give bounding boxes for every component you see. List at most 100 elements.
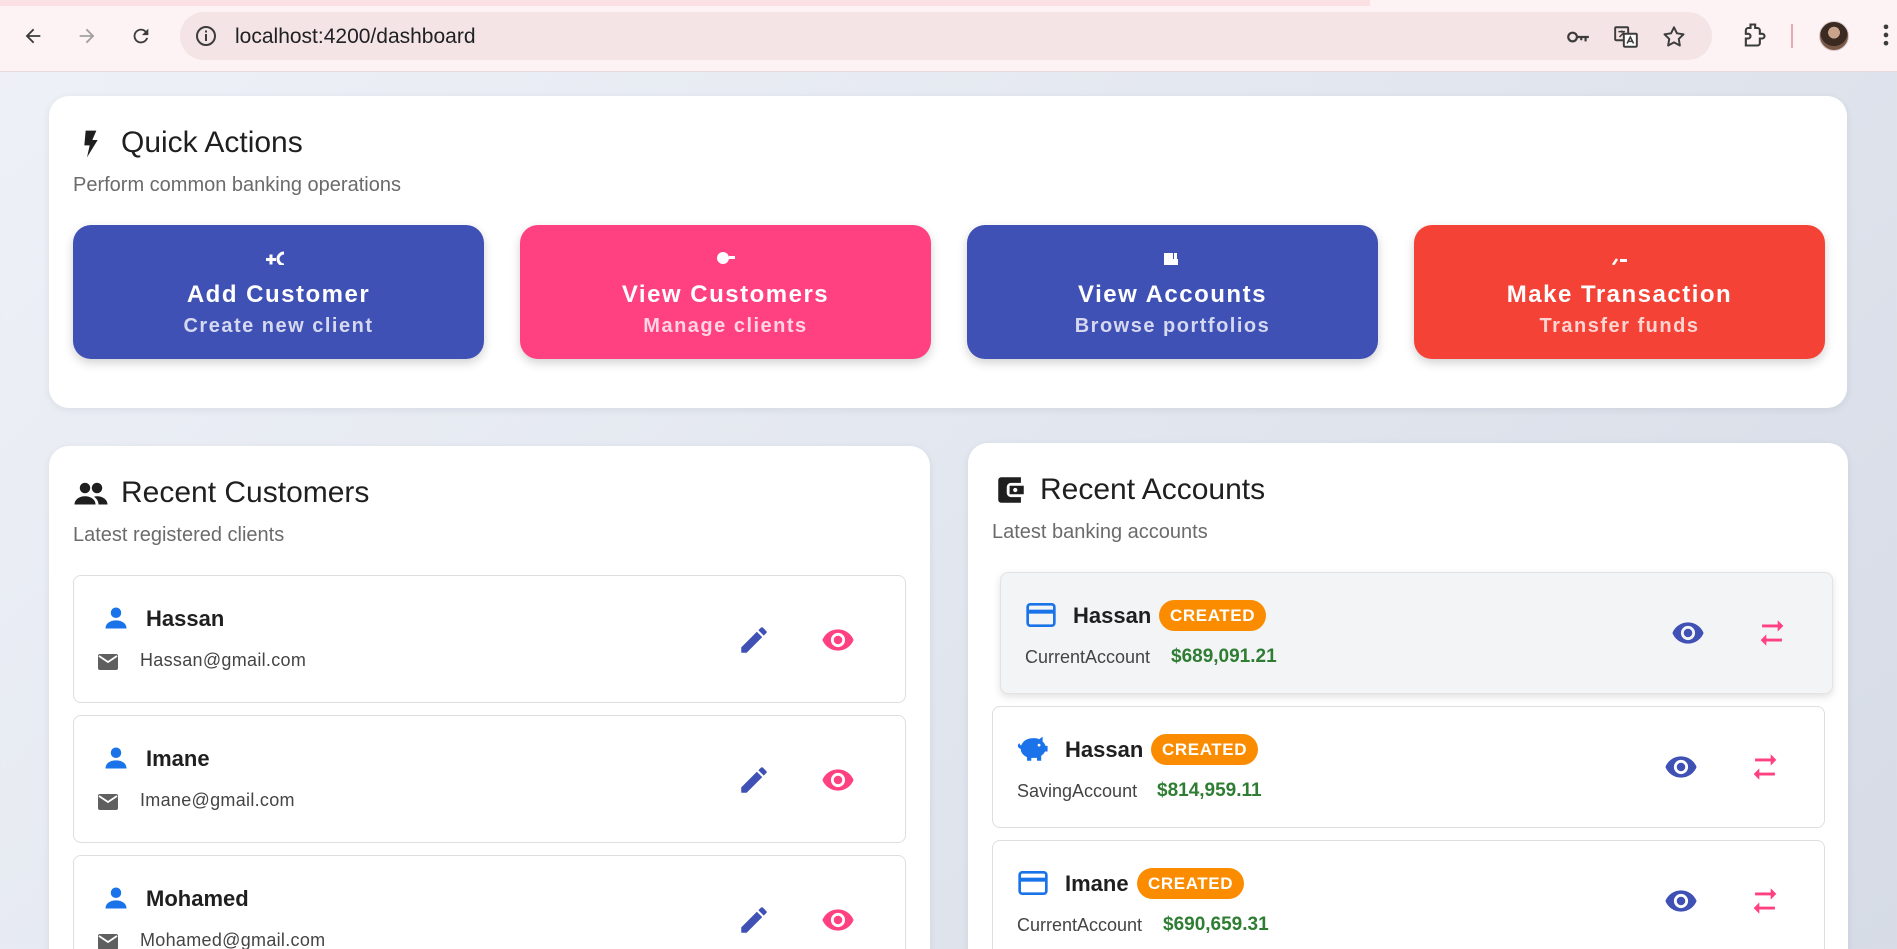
pencil-icon: [741, 627, 767, 653]
key-icon[interactable]: [1565, 24, 1591, 50]
quick-actions-card: Quick Actions Perform common banking ope…: [49, 96, 1847, 408]
person-icon: [105, 607, 127, 629]
account-type: SavingAccount: [1017, 781, 1138, 801]
recent-accounts-card: Recent Accounts Latest banking accounts …: [968, 443, 1848, 949]
view-account-button[interactable]: [1668, 613, 1708, 653]
eye-icon: [1665, 756, 1697, 778]
forward-button[interactable]: [70, 19, 104, 53]
account-list-item[interactable]: Hassan CREATED CurrentAccount $689,091.2…: [1000, 572, 1833, 694]
card-subtitle: Perform common banking operations: [73, 174, 401, 196]
back-arrow-icon: [25, 28, 41, 44]
account-list-item[interactable]: Imane CREATED CurrentAccount $690,659.31: [992, 840, 1825, 949]
account-icon: [1164, 253, 1178, 265]
profile-avatar[interactable]: [1819, 21, 1849, 51]
customer-list-item[interactable]: Mohamed Mohamed@gmail.com: [73, 855, 906, 949]
email-icon: [98, 794, 118, 810]
account-owner: Hassan: [1073, 603, 1152, 628]
eye-icon: [822, 629, 854, 651]
browser-toolbar: localhost:4200/dashboard: [0, 0, 1897, 72]
transfer-button[interactable]: [1752, 613, 1792, 653]
person-icon: [105, 887, 127, 909]
people-icon: [717, 252, 735, 264]
group-icon: [74, 482, 108, 505]
customer-name: Mohamed: [146, 886, 249, 911]
view-account-button[interactable]: [1661, 747, 1701, 787]
tab-strip-edge: [0, 0, 1370, 6]
view-customers-button[interactable]: View Customers Manage clients: [520, 225, 931, 359]
customer-list-item[interactable]: Hassan Hassan@gmail.com: [73, 575, 906, 703]
card-subtitle: Latest banking accounts: [992, 521, 1208, 543]
swap-arrows-icon: [1760, 620, 1784, 646]
pencil-icon: [741, 767, 767, 793]
account-type: CurrentAccount: [1025, 647, 1151, 667]
wallet-icon: [998, 477, 1024, 503]
card-title: Recent Customers: [121, 476, 370, 509]
account-owner: Imane: [1065, 871, 1129, 896]
status-badge: CREATED: [1151, 734, 1259, 765]
email-icon: [98, 654, 118, 670]
customer-name: Hassan: [146, 606, 225, 631]
toolbar-separator: [1791, 24, 1793, 48]
view-accounts-button[interactable]: View Accounts Browse portfolios: [967, 225, 1378, 359]
button-label: View Accounts: [1078, 281, 1267, 308]
account-owner: Hassan: [1065, 737, 1144, 762]
eye-icon: [1672, 622, 1704, 644]
customer-name: Imane: [146, 746, 210, 771]
view-button[interactable]: [818, 620, 858, 660]
customer-list-item[interactable]: Imane Imane@gmail.com: [73, 715, 906, 843]
account-balance: $690,659.31: [1163, 914, 1269, 935]
menu-kebab-icon[interactable]: [1872, 21, 1897, 49]
button-label: Add Customer: [186, 281, 371, 308]
button-label: Make Transaction: [1506, 281, 1733, 308]
view-account-button[interactable]: [1661, 881, 1701, 921]
address-bar[interactable]: localhost:4200/dashboard: [180, 12, 1712, 60]
swap-arrows-icon: [1753, 888, 1777, 914]
edit-button[interactable]: [734, 760, 774, 800]
account-list-item[interactable]: Hassan CREATED SavingAccount $814,959.11: [992, 706, 1825, 828]
transfer-button[interactable]: [1745, 747, 1785, 787]
eye-icon: [822, 769, 854, 791]
credit-card-icon: [1026, 603, 1056, 627]
button-sublabel: Manage clients: [643, 315, 808, 337]
extensions-icon[interactable]: [1740, 21, 1768, 49]
transfer-button[interactable]: [1745, 881, 1785, 921]
status-badge: CREATED: [1159, 600, 1267, 631]
person-icon: [105, 747, 127, 769]
customer-email: Imane@gmail.com: [140, 790, 295, 810]
view-button[interactable]: [818, 760, 858, 800]
view-button[interactable]: [818, 900, 858, 940]
customer-email: Hassan@gmail.com: [140, 650, 307, 670]
status-badge: CREATED: [1137, 868, 1245, 899]
account-balance: $689,091.21: [1171, 646, 1277, 667]
flash-icon: [84, 130, 98, 158]
edit-button[interactable]: [734, 900, 774, 940]
button-label: View Customers: [621, 281, 830, 308]
customer-email: Mohamed@gmail.com: [140, 930, 326, 949]
person-add-icon: [266, 251, 285, 265]
edit-button[interactable]: [734, 620, 774, 660]
card-title: Quick Actions: [121, 126, 303, 159]
pencil-icon: [741, 907, 767, 933]
site-info-icon[interactable]: [194, 24, 218, 48]
bookmark-star-icon[interactable]: [1661, 24, 1687, 50]
back-button[interactable]: [16, 19, 50, 53]
button-sublabel: Create new client: [183, 315, 374, 337]
email-icon: [98, 934, 118, 949]
transfer-icon: [1611, 258, 1627, 265]
eye-icon: [1665, 890, 1697, 912]
eye-icon: [822, 909, 854, 931]
button-sublabel: Transfer funds: [1539, 315, 1700, 337]
translate-icon[interactable]: [1613, 24, 1639, 50]
card-subtitle: Latest registered clients: [73, 524, 285, 546]
url-text[interactable]: localhost:4200/dashboard: [235, 25, 476, 49]
account-balance: $814,959.11: [1157, 780, 1262, 801]
reload-button[interactable]: [124, 19, 158, 53]
piggy-bank-icon: [1017, 736, 1048, 761]
add-customer-button[interactable]: Add Customer Create new client: [73, 225, 484, 359]
forward-arrow-icon: [79, 28, 95, 44]
card-title: Recent Accounts: [1040, 473, 1266, 506]
button-sublabel: Browse portfolios: [1074, 315, 1271, 337]
make-transaction-button[interactable]: Make Transaction Transfer funds: [1414, 225, 1825, 359]
recent-customers-card: Recent Customers Latest registered clien…: [49, 446, 930, 949]
credit-card-icon: [1018, 871, 1048, 895]
